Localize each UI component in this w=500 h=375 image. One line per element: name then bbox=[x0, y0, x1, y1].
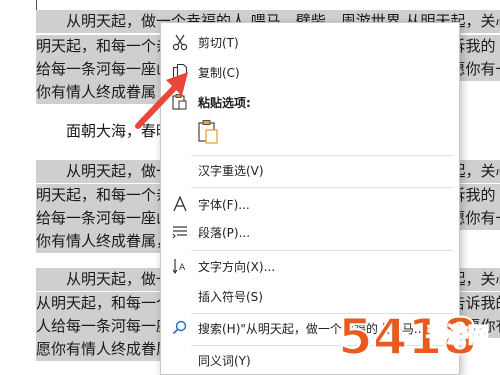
menu-item-label: 插入符号(S) bbox=[198, 289, 263, 304]
paste-options-label: 粘贴选项: bbox=[198, 95, 251, 110]
svg-text:A: A bbox=[179, 263, 186, 273]
paragraph-icon bbox=[172, 226, 187, 239]
paste-icon bbox=[172, 94, 187, 110]
menu-item-reconvert[interactable]: 汉字重选(V) bbox=[161, 157, 459, 183]
menu-item-label: 汉字重选(V) bbox=[198, 163, 264, 178]
watermark-text: 手游网 bbox=[426, 323, 489, 347]
menu-separator bbox=[191, 250, 453, 251]
text-direction-icon: A bbox=[172, 259, 186, 274]
menu-item-text-direction[interactable]: A 文字方向(X)... bbox=[161, 253, 459, 279]
menu-item-label: 字体(F)... bbox=[198, 197, 250, 212]
menu-separator bbox=[191, 187, 453, 188]
menu-item-font[interactable]: 字体(F)... bbox=[161, 191, 459, 217]
site-watermark-logo: 5418 手游网 bbox=[337, 307, 490, 367]
search-icon bbox=[172, 320, 187, 335]
menu-item-label: 复制(C) bbox=[198, 65, 240, 80]
copy-icon bbox=[172, 63, 188, 81]
menu-item-paste-options: 粘贴选项: bbox=[161, 89, 459, 115]
menu-item-label: 段落(P)... bbox=[198, 225, 251, 240]
paste-keep-formatting-icon[interactable] bbox=[197, 119, 219, 145]
menu-item-copy[interactable]: 复制(C) bbox=[161, 59, 459, 85]
font-icon bbox=[173, 195, 187, 212]
menu-item-paragraph[interactable]: 段落(P)... bbox=[161, 219, 459, 245]
menu-separator bbox=[191, 155, 453, 156]
menu-item-label: 文字方向(X)... bbox=[198, 259, 276, 274]
menu-item-cut[interactable]: 剪切(T) bbox=[161, 29, 459, 55]
menu-item-label: 剪切(T) bbox=[198, 35, 239, 50]
menu-item-label: 同义词(Y) bbox=[198, 353, 251, 368]
scissors-icon bbox=[172, 34, 188, 51]
